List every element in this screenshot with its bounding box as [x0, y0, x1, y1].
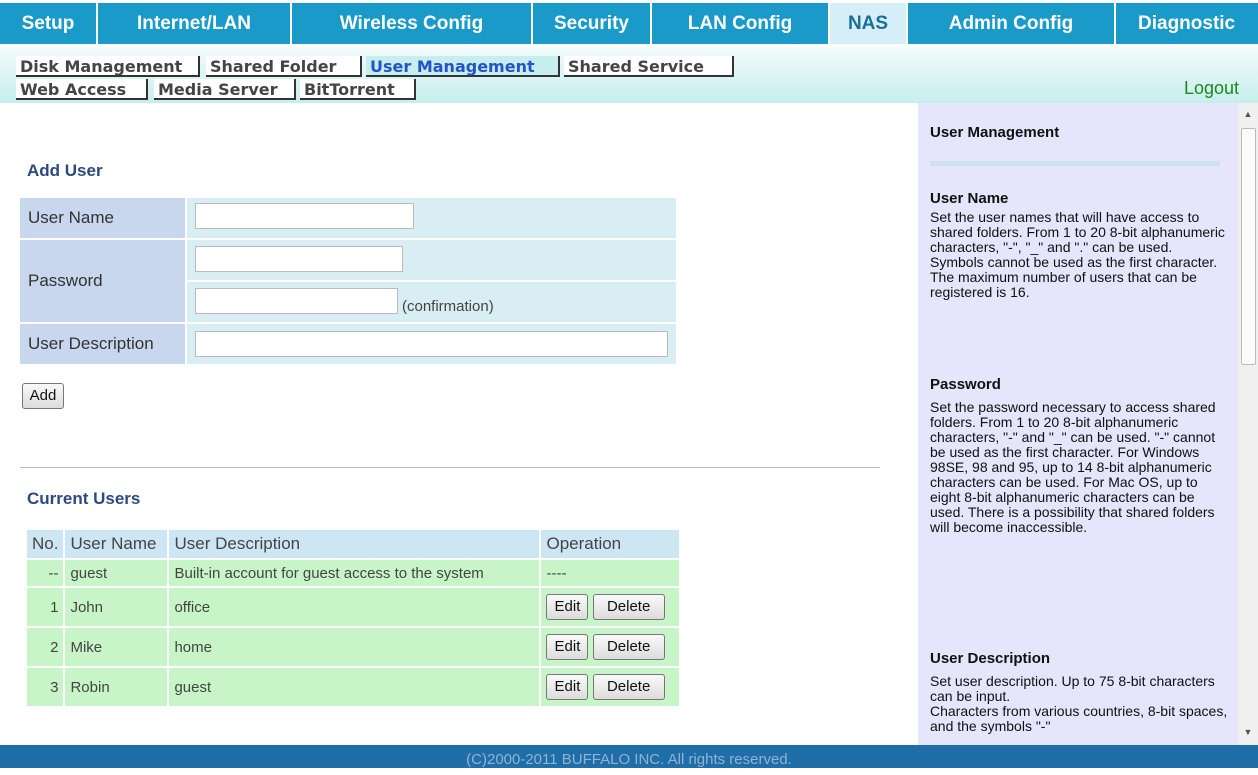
cell-no: 3 [27, 668, 64, 706]
help-heading-password: Password [930, 376, 1001, 393]
help-panel: User Management User Name Set the user n… [918, 103, 1238, 745]
tab-setup[interactable]: Setup [0, 3, 96, 44]
cell-no: -- [27, 560, 64, 586]
cell-user-description: office [169, 588, 540, 626]
subtab-user-management[interactable]: User Management [366, 56, 560, 77]
top-nav: Setup Internet/LAN Wireless Config Secur… [0, 0, 1258, 47]
delete-button[interactable]: Delete [592, 594, 665, 620]
cell-operation: Edit Delete [541, 668, 680, 706]
cell-user-description: guest [169, 668, 540, 706]
header-operation: Operation [541, 530, 680, 558]
header-no: No. [27, 530, 64, 558]
cell-user-name: guest [65, 560, 168, 586]
tab-nas[interactable]: NAS [830, 3, 906, 44]
description-label: User Description [20, 324, 185, 364]
cell-operation: Edit Delete [541, 588, 680, 626]
cell-operation: Edit Delete [541, 628, 680, 666]
edit-button[interactable]: Edit [546, 594, 589, 620]
scroll-down-icon[interactable]: ▼ [1238, 727, 1258, 737]
help-text-password: Set the password necessary to access sha… [930, 399, 1216, 535]
password-input[interactable] [195, 246, 403, 272]
help-heading-user-description: User Description [930, 650, 1051, 667]
tab-wireless-config[interactable]: Wireless Config [292, 3, 531, 44]
edit-button[interactable]: Edit [546, 634, 589, 660]
scroll-thumb[interactable] [1241, 128, 1256, 365]
logout-link[interactable]: Logout [1184, 78, 1239, 99]
delete-button[interactable]: Delete [592, 674, 665, 700]
help-title: User Management [930, 124, 1060, 141]
tab-internet-lan[interactable]: Internet/LAN [98, 3, 290, 44]
help-text-user-description: Set user description. Up to 75 8-bit cha… [930, 673, 1228, 734]
tab-security[interactable]: Security [533, 3, 650, 44]
help-text-user-name: Set the user names that will have access… [930, 209, 1225, 300]
cell-user-name: John [65, 588, 168, 626]
cell-user-description: Built-in account for guest access to the… [169, 560, 540, 586]
current-users-title: Current Users [27, 489, 141, 508]
tab-diagnostic[interactable]: Diagnostic [1116, 3, 1258, 44]
password-label: Password [20, 240, 185, 322]
tab-admin-config[interactable]: Admin Config [908, 3, 1114, 44]
help-heading-user-name: User Name [930, 190, 1009, 207]
help-divider [930, 161, 1220, 166]
cell-user-name: Robin [65, 668, 168, 706]
subtab-web-access[interactable]: Web Access [16, 79, 148, 100]
header-user-description: User Description [169, 530, 540, 558]
table-row: -- guest Built-in account for guest acce… [27, 560, 680, 586]
delete-button[interactable]: Delete [592, 634, 665, 660]
footer: (C)2000-2011 BUFFALO INC. All rights res… [0, 745, 1258, 768]
cell-operation: ---- [541, 560, 680, 586]
username-input[interactable] [195, 203, 414, 229]
users-table: No. User Name User Description Operation… [25, 528, 681, 708]
divider [20, 467, 880, 468]
subtab-shared-folder[interactable]: Shared Folder [206, 56, 362, 77]
cell-no: 1 [27, 588, 64, 626]
help-scrollbar[interactable]: ▲ ▼ [1238, 103, 1258, 745]
subtab-disk-management[interactable]: Disk Management [16, 56, 200, 77]
scroll-up-icon[interactable]: ▲ [1238, 109, 1258, 119]
add-button[interactable]: Add [22, 383, 64, 409]
header-user-name: User Name [65, 530, 168, 558]
description-input[interactable] [195, 331, 668, 357]
table-row: 2 Mike home Edit Delete [27, 628, 680, 666]
add-user-title: Add User [27, 161, 103, 180]
table-row: 3 Robin guest Edit Delete [27, 668, 680, 706]
subtab-shared-service[interactable]: Shared Service [564, 56, 734, 77]
cell-user-name: Mike [65, 628, 168, 666]
table-header: No. User Name User Description Operation [27, 530, 680, 558]
table-row: 1 John office Edit Delete [27, 588, 680, 626]
subtab-bittorrent[interactable]: BitTorrent [300, 79, 416, 100]
username-label: User Name [20, 198, 185, 238]
cell-no: 2 [27, 628, 64, 666]
cell-user-description: home [169, 628, 540, 666]
confirmation-hint: (confirmation) [402, 298, 494, 315]
edit-button[interactable]: Edit [546, 674, 589, 700]
password-confirm-input[interactable] [195, 288, 398, 314]
tab-lan-config[interactable]: LAN Config [652, 3, 828, 44]
subtab-media-server[interactable]: Media Server [154, 79, 296, 100]
